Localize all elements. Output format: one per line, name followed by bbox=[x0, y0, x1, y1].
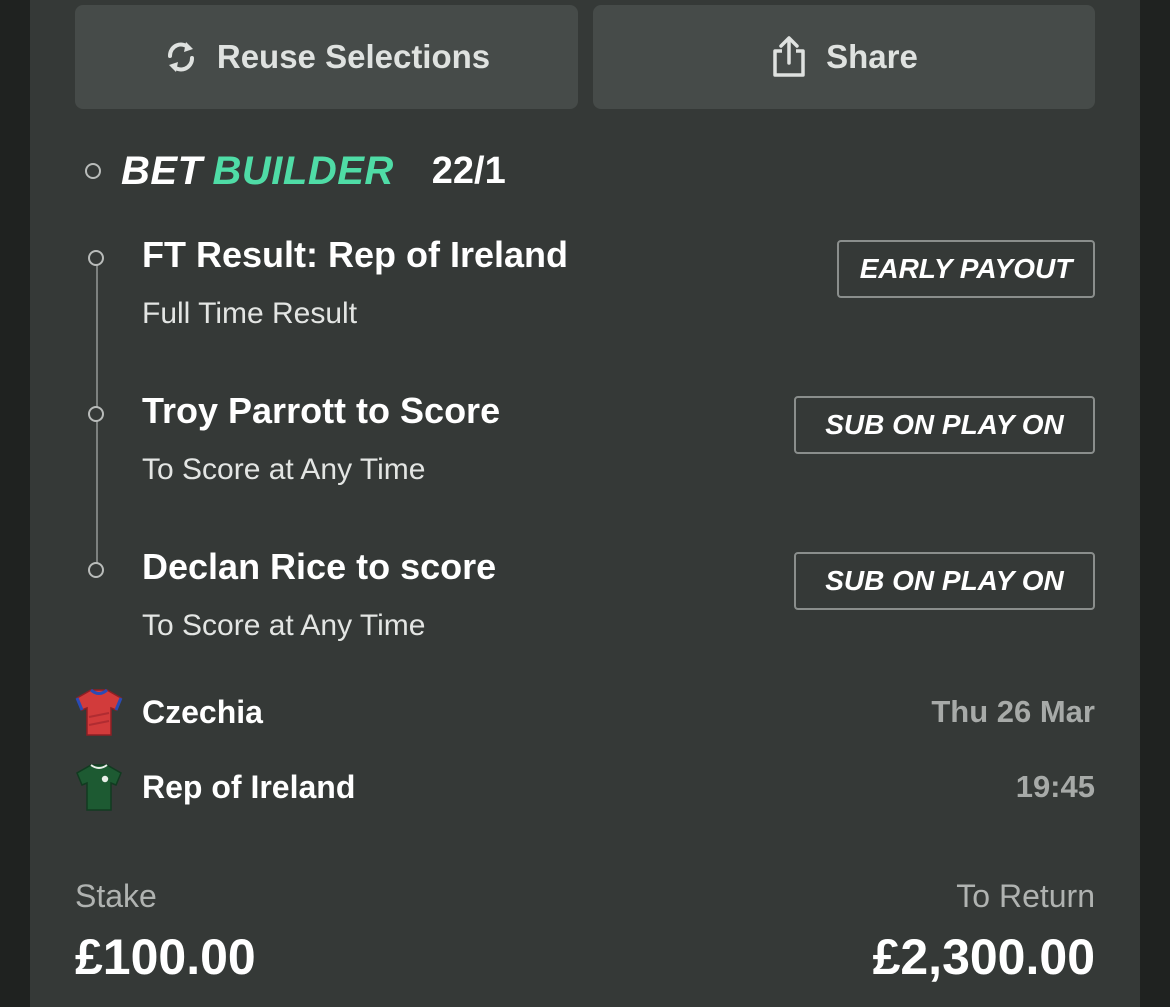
leg-dot-icon bbox=[88, 562, 104, 578]
leg-title: Troy Parrott to Score bbox=[142, 390, 501, 431]
away-team-row: Rep of Ireland 19:45 bbox=[75, 762, 1095, 812]
bet-type-accent-label: BUILDER bbox=[212, 148, 394, 193]
green-shirt-icon bbox=[75, 762, 123, 812]
home-team-row: Czechia Thu 26 Mar bbox=[75, 687, 1095, 737]
leg-market: To Score at Any Time bbox=[142, 609, 426, 642]
to-return-value: £2,300.00 bbox=[872, 929, 1095, 985]
leg-dot-icon bbox=[88, 250, 104, 266]
share-button[interactable]: Share bbox=[593, 5, 1095, 109]
bet-type-label: BET bbox=[121, 148, 203, 193]
bet-odds: 22/1 bbox=[431, 149, 506, 192]
reuse-selections-button[interactable]: Reuse Selections bbox=[75, 5, 578, 109]
early-payout-badge[interactable]: EARLY PAYOUT bbox=[837, 240, 1095, 298]
bet-card: Reuse Selections Share BET BUILDER 22/1 … bbox=[30, 0, 1140, 1007]
leg-title: FT Result: Rep of Ireland bbox=[142, 234, 569, 275]
bet-dot-icon bbox=[85, 163, 101, 179]
refresh-icon bbox=[163, 39, 199, 75]
leg-market: To Score at Any Time bbox=[142, 453, 426, 486]
red-shirt-icon bbox=[75, 687, 123, 737]
stake-label: Stake bbox=[75, 878, 157, 914]
share-label: Share bbox=[826, 38, 918, 75]
sub-on-play-on-badge[interactable]: SUB ON PLAY ON bbox=[794, 552, 1095, 610]
leg-market: Full Time Result bbox=[142, 297, 358, 330]
stake-value: £100.00 bbox=[75, 929, 256, 985]
sub-on-play-on-badge[interactable]: SUB ON PLAY ON bbox=[794, 396, 1095, 454]
share-icon bbox=[770, 35, 808, 79]
home-team-name: Czechia bbox=[142, 693, 263, 730]
match-time: 19:45 bbox=[1015, 769, 1095, 804]
bet-title-row: BET BUILDER 22/1 bbox=[85, 148, 506, 194]
match-date: Thu 26 Mar bbox=[931, 694, 1095, 729]
away-team-name: Rep of Ireland bbox=[142, 768, 356, 805]
reuse-selections-label: Reuse Selections bbox=[216, 38, 491, 75]
leg-dot-icon bbox=[88, 406, 104, 422]
leg-title: Declan Rice to score bbox=[142, 546, 497, 587]
to-return-label: To Return bbox=[956, 878, 1095, 914]
